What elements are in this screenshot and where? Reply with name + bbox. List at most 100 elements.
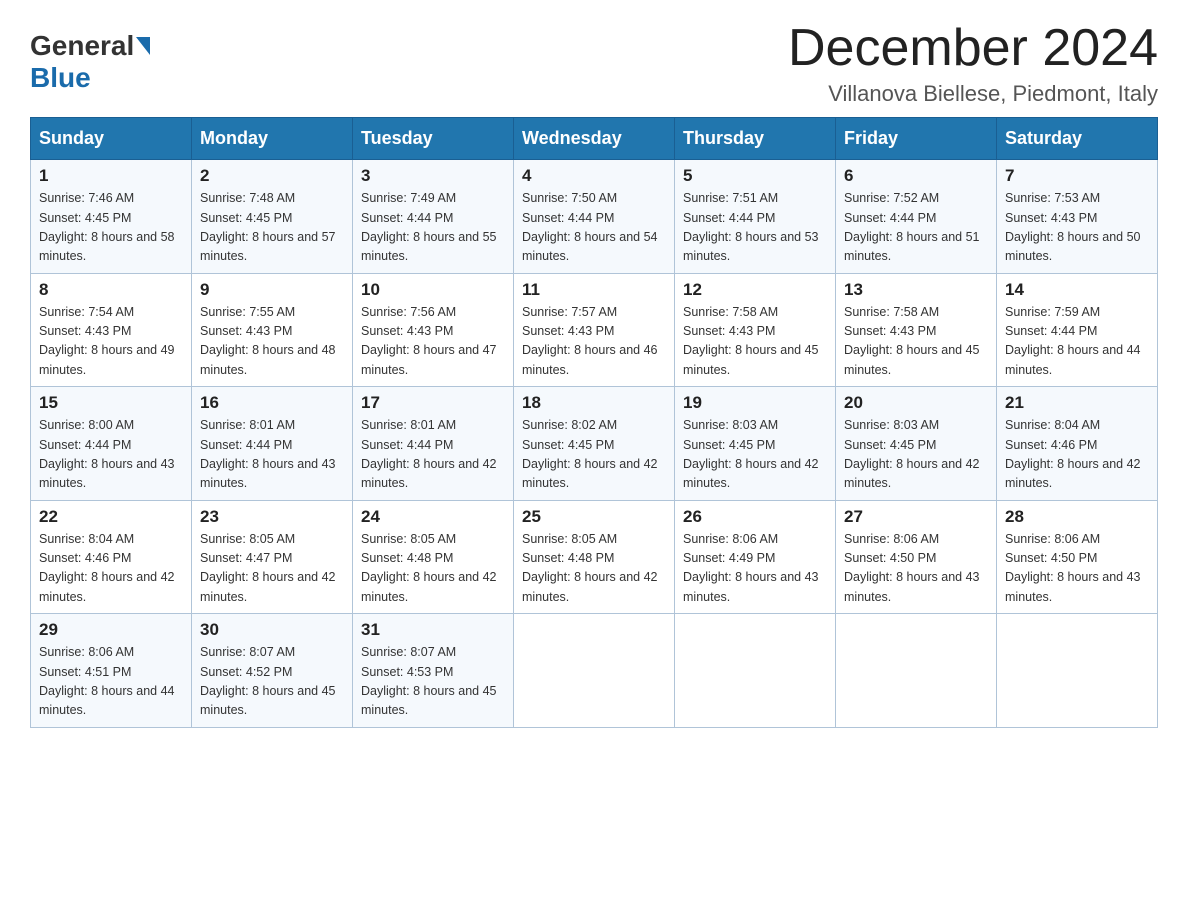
day-info: Sunrise: 7:51 AMSunset: 4:44 PMDaylight:… bbox=[683, 191, 819, 263]
calendar-cell: 8 Sunrise: 7:54 AMSunset: 4:43 PMDayligh… bbox=[31, 273, 192, 387]
calendar-cell: 24 Sunrise: 8:05 AMSunset: 4:48 PMDaylig… bbox=[353, 500, 514, 614]
day-info: Sunrise: 8:03 AMSunset: 4:45 PMDaylight:… bbox=[844, 418, 980, 490]
logo: General Blue bbox=[30, 30, 152, 94]
calendar-cell: 15 Sunrise: 8:00 AMSunset: 4:44 PMDaylig… bbox=[31, 387, 192, 501]
day-info: Sunrise: 7:56 AMSunset: 4:43 PMDaylight:… bbox=[361, 305, 497, 377]
day-info: Sunrise: 8:07 AMSunset: 4:53 PMDaylight:… bbox=[361, 645, 497, 717]
day-info: Sunrise: 7:55 AMSunset: 4:43 PMDaylight:… bbox=[200, 305, 336, 377]
day-number: 3 bbox=[361, 166, 505, 186]
day-number: 9 bbox=[200, 280, 344, 300]
day-number: 8 bbox=[39, 280, 183, 300]
calendar-cell: 5 Sunrise: 7:51 AMSunset: 4:44 PMDayligh… bbox=[675, 160, 836, 274]
day-number: 1 bbox=[39, 166, 183, 186]
day-number: 26 bbox=[683, 507, 827, 527]
calendar-cell: 26 Sunrise: 8:06 AMSunset: 4:49 PMDaylig… bbox=[675, 500, 836, 614]
day-info: Sunrise: 7:52 AMSunset: 4:44 PMDaylight:… bbox=[844, 191, 980, 263]
logo-blue-text: Blue bbox=[30, 62, 91, 93]
day-number: 2 bbox=[200, 166, 344, 186]
day-number: 13 bbox=[844, 280, 988, 300]
calendar-cell: 4 Sunrise: 7:50 AMSunset: 4:44 PMDayligh… bbox=[514, 160, 675, 274]
day-info: Sunrise: 7:48 AMSunset: 4:45 PMDaylight:… bbox=[200, 191, 336, 263]
col-tuesday: Tuesday bbox=[353, 118, 514, 160]
day-number: 22 bbox=[39, 507, 183, 527]
day-number: 16 bbox=[200, 393, 344, 413]
day-number: 4 bbox=[522, 166, 666, 186]
month-title: December 2024 bbox=[788, 20, 1158, 77]
calendar-table: Sunday Monday Tuesday Wednesday Thursday… bbox=[30, 117, 1158, 728]
day-info: Sunrise: 8:06 AMSunset: 4:49 PMDaylight:… bbox=[683, 532, 819, 604]
day-number: 15 bbox=[39, 393, 183, 413]
calendar-cell: 11 Sunrise: 7:57 AMSunset: 4:43 PMDaylig… bbox=[514, 273, 675, 387]
day-number: 30 bbox=[200, 620, 344, 640]
col-wednesday: Wednesday bbox=[514, 118, 675, 160]
calendar-cell: 31 Sunrise: 8:07 AMSunset: 4:53 PMDaylig… bbox=[353, 614, 514, 728]
calendar-cell: 25 Sunrise: 8:05 AMSunset: 4:48 PMDaylig… bbox=[514, 500, 675, 614]
calendar-cell: 19 Sunrise: 8:03 AMSunset: 4:45 PMDaylig… bbox=[675, 387, 836, 501]
calendar-cell: 3 Sunrise: 7:49 AMSunset: 4:44 PMDayligh… bbox=[353, 160, 514, 274]
calendar-week-row: 1 Sunrise: 7:46 AMSunset: 4:45 PMDayligh… bbox=[31, 160, 1158, 274]
calendar-cell: 9 Sunrise: 7:55 AMSunset: 4:43 PMDayligh… bbox=[192, 273, 353, 387]
calendar-cell: 21 Sunrise: 8:04 AMSunset: 4:46 PMDaylig… bbox=[997, 387, 1158, 501]
day-number: 20 bbox=[844, 393, 988, 413]
logo-general-text: General bbox=[30, 30, 134, 62]
day-info: Sunrise: 8:05 AMSunset: 4:48 PMDaylight:… bbox=[522, 532, 658, 604]
day-number: 19 bbox=[683, 393, 827, 413]
calendar-week-row: 29 Sunrise: 8:06 AMSunset: 4:51 PMDaylig… bbox=[31, 614, 1158, 728]
calendar-cell: 23 Sunrise: 8:05 AMSunset: 4:47 PMDaylig… bbox=[192, 500, 353, 614]
calendar-cell: 20 Sunrise: 8:03 AMSunset: 4:45 PMDaylig… bbox=[836, 387, 997, 501]
day-number: 6 bbox=[844, 166, 988, 186]
calendar-cell: 22 Sunrise: 8:04 AMSunset: 4:46 PMDaylig… bbox=[31, 500, 192, 614]
day-info: Sunrise: 8:06 AMSunset: 4:51 PMDaylight:… bbox=[39, 645, 175, 717]
logo-arrow-icon bbox=[136, 37, 150, 55]
calendar-cell: 6 Sunrise: 7:52 AMSunset: 4:44 PMDayligh… bbox=[836, 160, 997, 274]
day-number: 11 bbox=[522, 280, 666, 300]
calendar-week-row: 22 Sunrise: 8:04 AMSunset: 4:46 PMDaylig… bbox=[31, 500, 1158, 614]
day-info: Sunrise: 8:01 AMSunset: 4:44 PMDaylight:… bbox=[361, 418, 497, 490]
day-info: Sunrise: 8:01 AMSunset: 4:44 PMDaylight:… bbox=[200, 418, 336, 490]
calendar-cell: 27 Sunrise: 8:06 AMSunset: 4:50 PMDaylig… bbox=[836, 500, 997, 614]
calendar-cell: 7 Sunrise: 7:53 AMSunset: 4:43 PMDayligh… bbox=[997, 160, 1158, 274]
col-monday: Monday bbox=[192, 118, 353, 160]
col-saturday: Saturday bbox=[997, 118, 1158, 160]
day-number: 21 bbox=[1005, 393, 1149, 413]
day-number: 18 bbox=[522, 393, 666, 413]
day-number: 28 bbox=[1005, 507, 1149, 527]
day-info: Sunrise: 7:58 AMSunset: 4:43 PMDaylight:… bbox=[844, 305, 980, 377]
day-number: 17 bbox=[361, 393, 505, 413]
day-number: 7 bbox=[1005, 166, 1149, 186]
calendar-cell: 14 Sunrise: 7:59 AMSunset: 4:44 PMDaylig… bbox=[997, 273, 1158, 387]
day-info: Sunrise: 7:57 AMSunset: 4:43 PMDaylight:… bbox=[522, 305, 658, 377]
calendar-cell: 1 Sunrise: 7:46 AMSunset: 4:45 PMDayligh… bbox=[31, 160, 192, 274]
calendar-week-row: 8 Sunrise: 7:54 AMSunset: 4:43 PMDayligh… bbox=[31, 273, 1158, 387]
title-area: December 2024 Villanova Biellese, Piedmo… bbox=[788, 20, 1158, 107]
day-info: Sunrise: 8:03 AMSunset: 4:45 PMDaylight:… bbox=[683, 418, 819, 490]
day-info: Sunrise: 8:06 AMSunset: 4:50 PMDaylight:… bbox=[844, 532, 980, 604]
day-number: 23 bbox=[200, 507, 344, 527]
calendar-cell: 28 Sunrise: 8:06 AMSunset: 4:50 PMDaylig… bbox=[997, 500, 1158, 614]
calendar-cell: 17 Sunrise: 8:01 AMSunset: 4:44 PMDaylig… bbox=[353, 387, 514, 501]
page-header: General Blue December 2024 Villanova Bie… bbox=[30, 20, 1158, 107]
calendar-header-row: Sunday Monday Tuesday Wednesday Thursday… bbox=[31, 118, 1158, 160]
col-friday: Friday bbox=[836, 118, 997, 160]
calendar-cell: 10 Sunrise: 7:56 AMSunset: 4:43 PMDaylig… bbox=[353, 273, 514, 387]
location-subtitle: Villanova Biellese, Piedmont, Italy bbox=[788, 81, 1158, 107]
day-number: 12 bbox=[683, 280, 827, 300]
day-info: Sunrise: 7:54 AMSunset: 4:43 PMDaylight:… bbox=[39, 305, 175, 377]
day-number: 27 bbox=[844, 507, 988, 527]
day-info: Sunrise: 8:06 AMSunset: 4:50 PMDaylight:… bbox=[1005, 532, 1141, 604]
day-number: 10 bbox=[361, 280, 505, 300]
calendar-cell bbox=[514, 614, 675, 728]
day-info: Sunrise: 8:07 AMSunset: 4:52 PMDaylight:… bbox=[200, 645, 336, 717]
calendar-cell bbox=[997, 614, 1158, 728]
day-info: Sunrise: 7:46 AMSunset: 4:45 PMDaylight:… bbox=[39, 191, 175, 263]
col-thursday: Thursday bbox=[675, 118, 836, 160]
day-info: Sunrise: 7:50 AMSunset: 4:44 PMDaylight:… bbox=[522, 191, 658, 263]
day-number: 24 bbox=[361, 507, 505, 527]
day-info: Sunrise: 7:49 AMSunset: 4:44 PMDaylight:… bbox=[361, 191, 497, 263]
day-info: Sunrise: 7:59 AMSunset: 4:44 PMDaylight:… bbox=[1005, 305, 1141, 377]
calendar-cell bbox=[675, 614, 836, 728]
calendar-cell: 18 Sunrise: 8:02 AMSunset: 4:45 PMDaylig… bbox=[514, 387, 675, 501]
calendar-cell: 16 Sunrise: 8:01 AMSunset: 4:44 PMDaylig… bbox=[192, 387, 353, 501]
calendar-cell: 13 Sunrise: 7:58 AMSunset: 4:43 PMDaylig… bbox=[836, 273, 997, 387]
day-info: Sunrise: 8:04 AMSunset: 4:46 PMDaylight:… bbox=[1005, 418, 1141, 490]
